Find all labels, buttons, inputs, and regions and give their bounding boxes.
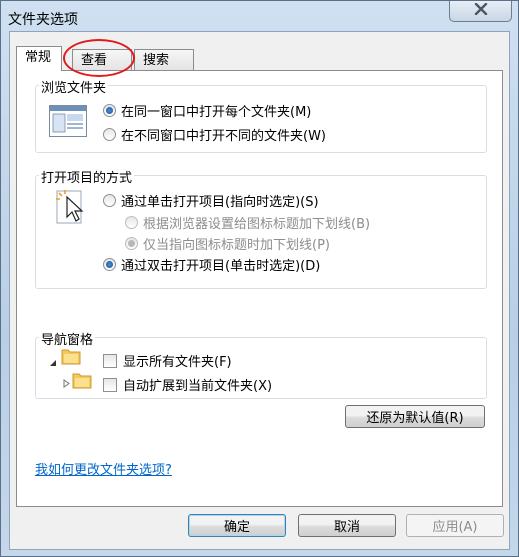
window-title: 文件夹选项 xyxy=(8,12,78,28)
radio-underline-browser[interactable] xyxy=(125,216,138,229)
folder-options-dialog: 文件夹选项 常规 查看 搜索 浏览文件夹 在同一窗口中打开每个文件夹(M) 在不… xyxy=(0,0,519,557)
tab-view[interactable]: 查看 xyxy=(72,49,132,71)
close-icon xyxy=(474,2,488,19)
checkbox-show-all-folders[interactable] xyxy=(103,353,117,368)
radio-underline-point[interactable] xyxy=(125,237,138,250)
open-new-window-label: 在不同窗口中打开不同的文件夹(W) xyxy=(121,129,326,144)
underline-browser-label: 根据浏览器设置给图标标题加下划线(B) xyxy=(143,217,371,232)
single-click-option[interactable]: 通过单击打开项目(指向时选定)(S) xyxy=(103,191,319,210)
show-all-folders-label: 显示所有文件夹(F) xyxy=(123,355,232,370)
close-button[interactable] xyxy=(449,1,512,22)
radio-same-window[interactable] xyxy=(103,104,116,117)
dialog-client-area: 常规 查看 搜索 浏览文件夹 在同一窗口中打开每个文件夹(M) 在不同窗口中打开… xyxy=(9,31,510,550)
help-link[interactable]: 我如何更改文件夹选项? xyxy=(35,459,172,478)
radio-single-click[interactable] xyxy=(103,194,116,207)
single-click-label: 通过单击打开项目(指向时选定)(S) xyxy=(121,195,319,210)
double-click-option[interactable]: 通过双击打开项目(单击时选定)(D) xyxy=(103,255,320,274)
window-icon xyxy=(49,105,87,141)
cancel-button[interactable]: 取消 xyxy=(298,514,396,537)
checkbox-auto-expand[interactable] xyxy=(103,377,117,392)
show-all-folders-option[interactable]: 显示所有文件夹(F) xyxy=(103,351,232,370)
apply-button[interactable]: 应用(A) xyxy=(406,514,504,537)
navigation-pane-title: 导航窗格 xyxy=(39,329,96,348)
tab-search[interactable]: 搜索 xyxy=(134,49,194,71)
auto-expand-label: 自动扩展到当前文件夹(X) xyxy=(123,379,273,394)
underline-point-option[interactable]: 仅当指向图标标题时加下划线(P) xyxy=(125,234,330,253)
folder-icon xyxy=(61,347,81,369)
folder-icon xyxy=(72,371,92,393)
radio-new-window[interactable] xyxy=(103,128,116,141)
radio-double-click[interactable] xyxy=(103,258,116,271)
underline-point-label: 仅当指向图标标题时加下划线(P) xyxy=(143,238,330,253)
general-tab-panel: 浏览文件夹 在同一窗口中打开每个文件夹(M) 在不同窗口中打开不同的文件夹(W) xyxy=(16,70,503,507)
restore-defaults-button[interactable]: 还原为默认值(R) xyxy=(345,405,485,428)
underline-browser-option[interactable]: 根据浏览器设置给图标标题加下划线(B) xyxy=(125,213,370,232)
open-same-window-label: 在同一窗口中打开每个文件夹(M) xyxy=(121,105,312,120)
tree-collapsed-icon xyxy=(63,377,70,392)
ok-button[interactable]: 确定 xyxy=(188,514,286,537)
open-new-window-option[interactable]: 在不同窗口中打开不同的文件夹(W) xyxy=(103,125,326,144)
click-items-title: 打开项目的方式 xyxy=(39,167,135,186)
click-cursor-icon xyxy=(53,187,89,231)
double-click-label: 通过双击打开项目(单击时选定)(D) xyxy=(121,259,321,274)
auto-expand-option[interactable]: 自动扩展到当前文件夹(X) xyxy=(103,375,272,394)
open-same-window-option[interactable]: 在同一窗口中打开每个文件夹(M) xyxy=(103,101,311,120)
tree-expanded-icon xyxy=(49,356,57,371)
tab-general[interactable]: 常规 xyxy=(16,46,62,71)
browse-folders-title: 浏览文件夹 xyxy=(39,77,109,96)
